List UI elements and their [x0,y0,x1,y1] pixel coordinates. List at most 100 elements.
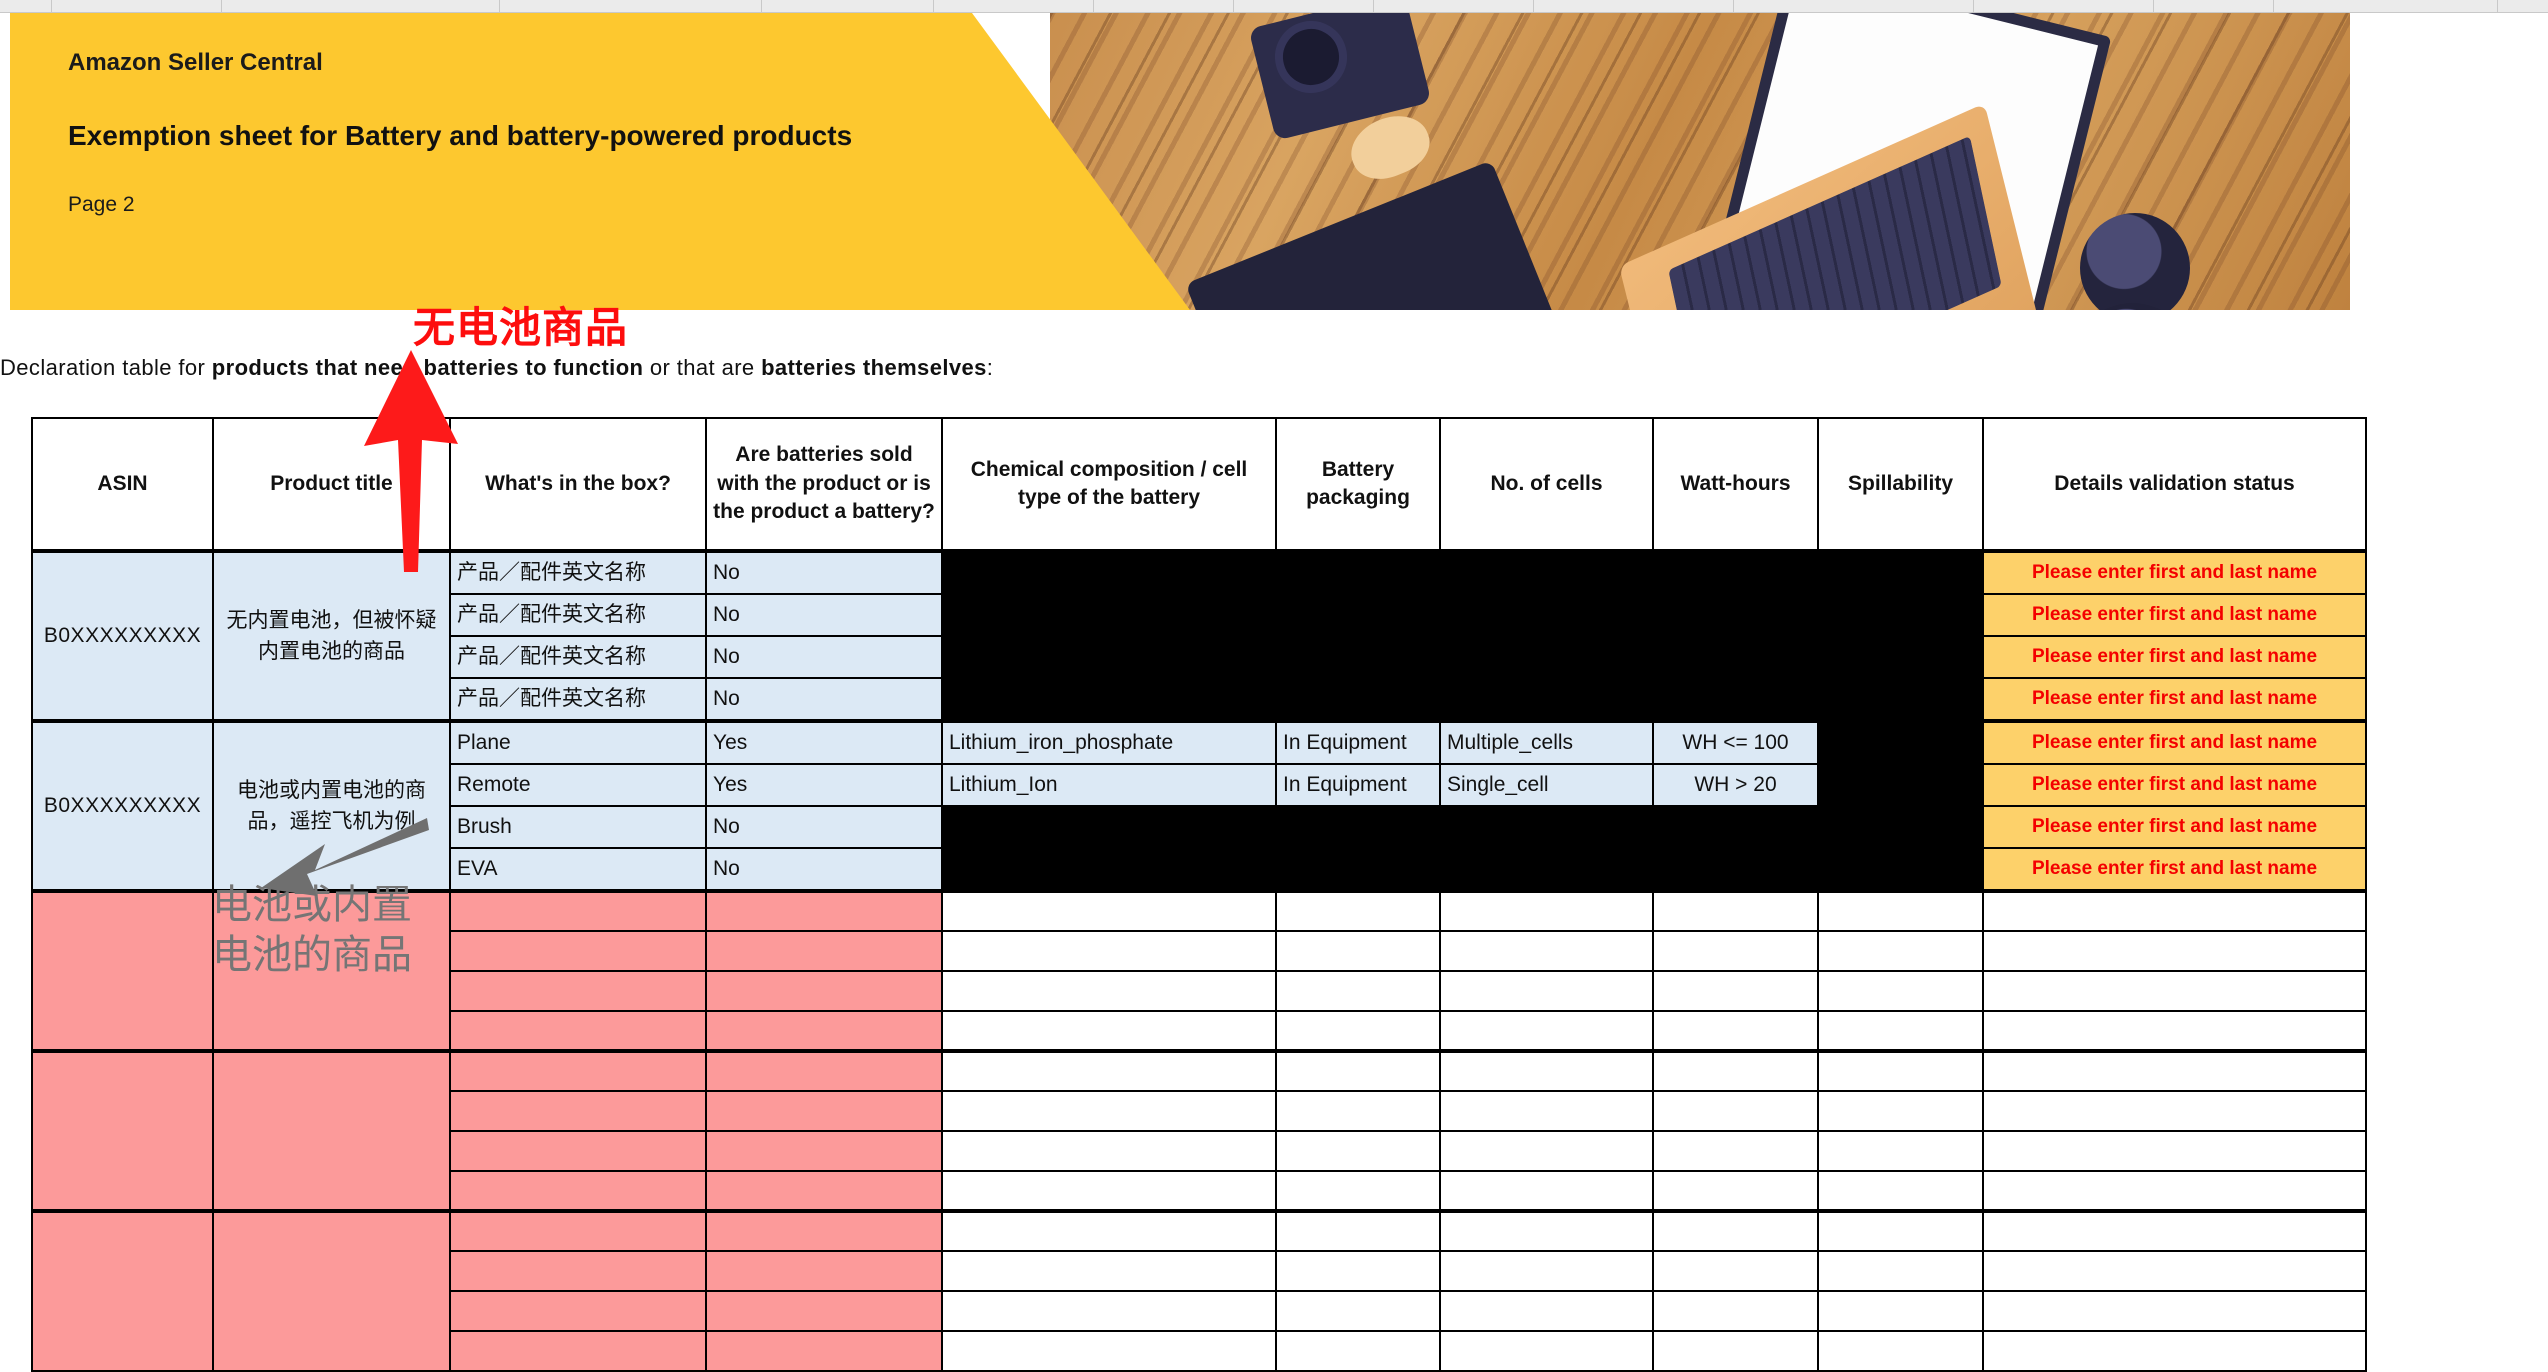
cell-spillability[interactable] [1817,1250,1984,1292]
cell-spillability[interactable] [1817,1170,1984,1212]
cell-product-title[interactable] [212,1049,451,1212]
cell-details-validation-status[interactable] [1982,1170,2367,1212]
cell-watt-hours[interactable] [1652,1170,1819,1212]
cell-chemical-composition[interactable] [941,1250,1277,1292]
cell-battery-packaging[interactable] [1275,889,1441,932]
cell-watt-hours[interactable] [1652,1290,1819,1332]
cell-battery-packaging[interactable] [1275,1330,1441,1372]
cell-battery-packaging[interactable] [1275,847,1441,892]
col-header-watt-hours[interactable]: Watt-hours [1652,417,1819,552]
cell-watt-hours[interactable] [1652,1130,1819,1172]
cell-batteries-sold[interactable] [705,1010,943,1052]
cell-chemical-composition[interactable] [941,1049,1277,1092]
cell-batteries-sold[interactable] [705,1049,943,1092]
cell-battery-packaging[interactable] [1275,1130,1441,1172]
col-header-batteries-sold[interactable]: Are batteries sold with the product or i… [705,417,943,552]
cell-chemical-composition[interactable] [941,1330,1277,1372]
cell-spillability[interactable] [1817,1330,1984,1372]
cell-whats-in-box[interactable]: 产品／配件英文名称 [449,677,707,722]
cell-chemical-composition[interactable] [941,593,1277,637]
cell-watt-hours[interactable] [1652,677,1819,722]
cell-chemical-composition[interactable] [941,1209,1277,1252]
cell-spillability[interactable] [1817,889,1984,932]
cell-battery-packaging[interactable] [1275,805,1441,849]
cell-chemical-composition[interactable] [941,1290,1277,1332]
cell-chemical-composition[interactable] [941,847,1277,892]
cell-spillability[interactable] [1817,1130,1984,1172]
col-header-no-of-cells[interactable]: No. of cells [1439,417,1654,552]
cell-chemical-composition[interactable] [941,1090,1277,1132]
cell-watt-hours[interactable] [1652,889,1819,932]
cell-spillability[interactable] [1817,635,1984,679]
cell-no-of-cells[interactable] [1439,1049,1654,1092]
sheet-column-4[interactable] [500,0,762,12]
cell-batteries-sold[interactable] [705,930,943,972]
cell-spillability[interactable] [1817,719,1984,765]
cell-battery-packaging[interactable] [1275,593,1441,637]
col-header-spillability[interactable]: Spillability [1817,417,1984,552]
cell-whats-in-box[interactable]: Plane [449,719,707,765]
cell-details-validation-status[interactable]: Please enter first and last name [1982,763,2367,807]
cell-product-title[interactable]: 无内置电池，但被怀疑内置电池的商品 [212,549,451,722]
cell-watt-hours[interactable] [1652,549,1819,595]
cell-asin[interactable] [31,1209,214,1372]
cell-no-of-cells[interactable] [1439,1250,1654,1292]
sheet-column-9[interactable] [1374,0,1534,12]
cell-no-of-cells[interactable] [1439,1209,1654,1252]
cell-watt-hours[interactable] [1652,1330,1819,1372]
cell-watt-hours[interactable] [1652,847,1819,892]
cell-chemical-composition[interactable] [941,1130,1277,1172]
cell-details-validation-status[interactable] [1982,1250,2367,1292]
sheet-column-10[interactable] [1534,0,1734,12]
cell-no-of-cells[interactable] [1439,1090,1654,1132]
cell-battery-packaging[interactable] [1275,635,1441,679]
cell-watt-hours[interactable] [1652,970,1819,1012]
cell-spillability[interactable] [1817,805,1984,849]
cell-chemical-composition[interactable] [941,635,1277,679]
cell-no-of-cells[interactable] [1439,889,1654,932]
cell-watt-hours[interactable] [1652,593,1819,637]
cell-batteries-sold[interactable] [705,1170,943,1212]
cell-batteries-sold[interactable]: Yes [705,719,943,765]
cell-whats-in-box[interactable]: EVA [449,847,707,892]
cell-details-validation-status[interactable]: Please enter first and last name [1982,549,2367,595]
cell-details-validation-status[interactable] [1982,1130,2367,1172]
cell-details-validation-status[interactable] [1982,1330,2367,1372]
cell-chemical-composition[interactable] [941,1170,1277,1212]
cell-whats-in-box[interactable] [449,1290,707,1332]
cell-chemical-composition[interactable] [941,549,1277,595]
cell-chemical-composition[interactable] [941,1010,1277,1052]
cell-chemical-composition[interactable]: Lithium_iron_phosphate [941,719,1277,765]
cell-chemical-composition[interactable] [941,677,1277,722]
sheet-column-5[interactable] [762,0,934,12]
cell-spillability[interactable] [1817,1090,1984,1132]
cell-battery-packaging[interactable] [1275,1010,1441,1052]
cell-batteries-sold[interactable] [705,889,943,932]
cell-watt-hours[interactable] [1652,1090,1819,1132]
cell-no-of-cells[interactable] [1439,677,1654,722]
cell-whats-in-box[interactable] [449,1170,707,1212]
cell-batteries-sold[interactable] [705,970,943,1012]
cell-no-of-cells[interactable] [1439,805,1654,849]
cell-spillability[interactable] [1817,930,1984,972]
sheet-column-13[interactable] [2154,0,2274,12]
cell-battery-packaging[interactable] [1275,970,1441,1012]
cell-spillability[interactable] [1817,1209,1984,1252]
sheet-column-8[interactable] [1234,0,1374,12]
cell-whats-in-box[interactable]: Brush [449,805,707,849]
cell-batteries-sold[interactable]: No [705,549,943,595]
cell-details-validation-status[interactable] [1982,889,2367,932]
cell-asin[interactable]: B0XXXXXXXXX [31,549,214,722]
cell-whats-in-box[interactable]: 产品／配件英文名称 [449,549,707,595]
cell-no-of-cells[interactable] [1439,635,1654,679]
cell-whats-in-box[interactable] [449,1130,707,1172]
cell-battery-packaging[interactable] [1275,1170,1441,1212]
cell-spillability[interactable] [1817,549,1984,595]
cell-watt-hours[interactable]: WH <= 100 [1652,719,1819,765]
cell-batteries-sold[interactable] [705,1130,943,1172]
sheet-column-12[interactable] [1974,0,2154,12]
cell-battery-packaging[interactable]: In Equipment [1275,719,1441,765]
cell-battery-packaging[interactable] [1275,930,1441,972]
cell-chemical-composition[interactable] [941,970,1277,1012]
cell-product-title[interactable] [212,1209,451,1372]
